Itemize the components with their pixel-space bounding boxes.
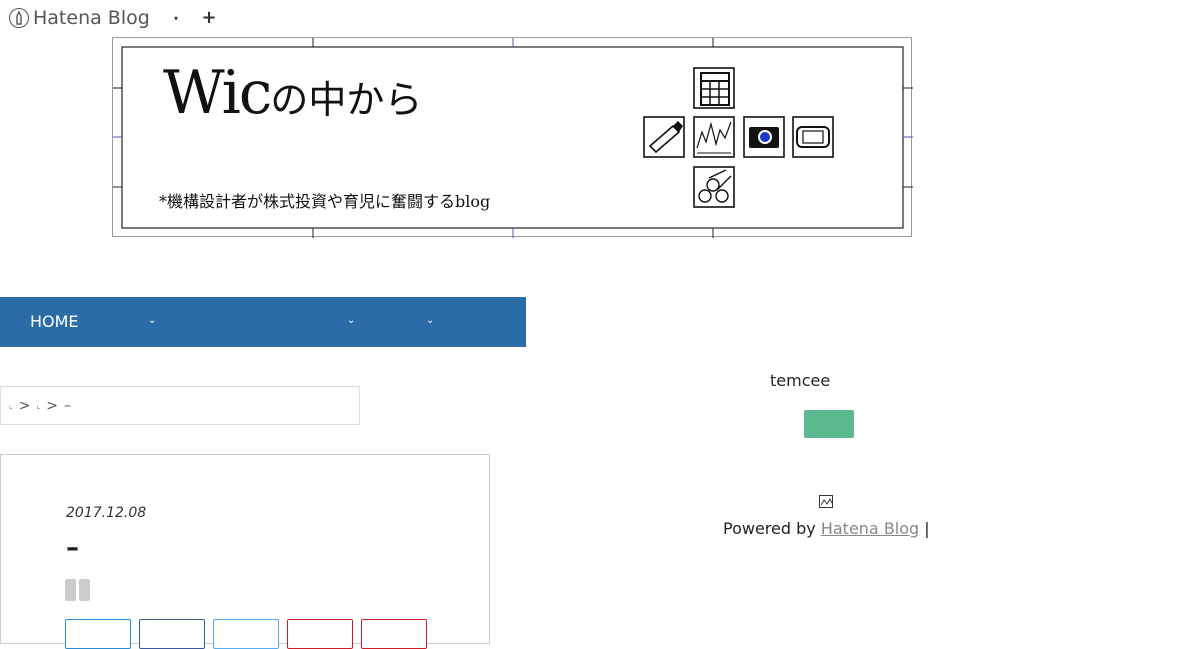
share-facebook-button[interactable]: [139, 619, 205, 649]
blog-header-banner[interactable]: Wicの中から *機構設計者が株式投資や育児に奮闘するblog: [112, 37, 913, 238]
nav-home[interactable]: HOME: [30, 312, 79, 331]
breadcrumb-link-category[interactable]: ⌞: [36, 401, 40, 410]
share-pocket-button[interactable]: [361, 619, 427, 649]
hatena-blog-brand: Hatena Blog: [33, 7, 150, 29]
calendar-icon: [693, 67, 735, 109]
breadcrumb-link-home[interactable]: ⌞: [9, 401, 13, 410]
chevron-down-icon[interactable]: ⌄: [148, 315, 160, 327]
article-title[interactable]: –: [66, 533, 79, 563]
share-hatena-button[interactable]: [65, 619, 131, 649]
global-nav: HOME ⌄ ⌄ ⌄: [0, 297, 526, 347]
blog-subtitle: *機構設計者が株式投資や育児に奮闘するblog: [159, 192, 491, 211]
wood-logs-icon: [693, 166, 735, 208]
powered-divider: |: [924, 519, 930, 538]
camera-icon: [743, 116, 785, 158]
add-icon[interactable]: +: [200, 8, 218, 28]
powered-by: Powered by Hatena Blog |: [723, 519, 930, 538]
blog-title: Wicの中から: [163, 58, 422, 128]
article-date: 2017.12.08: [66, 505, 147, 521]
breadcrumb: ⌞ > ⌞ > –: [0, 386, 360, 425]
hatena-blog-link[interactable]: Hatena Blog: [821, 519, 919, 538]
menu-caret-icon[interactable]: ▾: [169, 11, 183, 25]
powered-by-label: Powered by: [723, 519, 816, 538]
hatena-blog-logo[interactable]: Hatena Blog: [9, 7, 150, 29]
breadcrumb-current: –: [63, 397, 71, 414]
stock-chart-icon: [693, 116, 735, 158]
share-pinterest-button[interactable]: [287, 619, 353, 649]
hatena-toolbar: Hatena Blog ▾ +: [0, 0, 260, 36]
breadcrumb-separator: >: [18, 397, 31, 414]
game-console-icon: [792, 116, 834, 158]
article-category-icon: [65, 579, 91, 601]
follow-button[interactable]: [804, 410, 854, 438]
baby-bottle-icon: [643, 116, 685, 158]
chevron-down-icon[interactable]: ⌄: [426, 315, 438, 327]
chevron-down-icon[interactable]: ⌄: [347, 315, 359, 327]
blog-title-latin: Wic: [163, 58, 272, 128]
breadcrumb-separator: >: [46, 397, 58, 414]
article-card: 2017.12.08 –: [0, 454, 490, 649]
share-twitter-button[interactable]: [213, 619, 279, 649]
broken-image-icon: [819, 495, 837, 511]
blog-title-jp: の中から: [270, 78, 423, 122]
pen-icon: [9, 8, 29, 28]
author-name[interactable]: temcee: [770, 371, 830, 390]
share-buttons: [65, 619, 427, 649]
